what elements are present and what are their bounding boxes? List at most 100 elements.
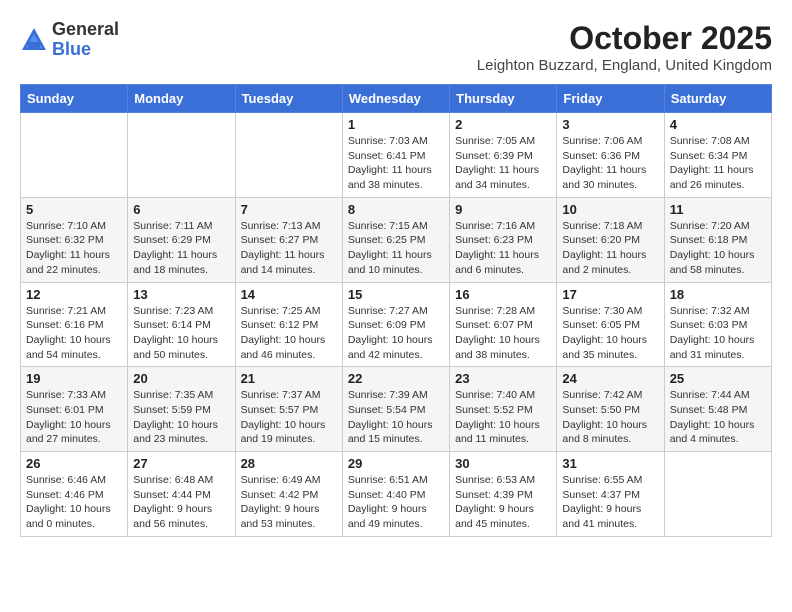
day-info: Sunrise: 7:32 AM Sunset: 6:03 PM Dayligh… bbox=[670, 304, 766, 363]
day-number: 18 bbox=[670, 287, 766, 302]
day-info: Sunrise: 6:51 AM Sunset: 4:40 PM Dayligh… bbox=[348, 473, 444, 532]
day-number: 24 bbox=[562, 371, 658, 386]
day-number: 2 bbox=[455, 117, 551, 132]
col-sunday: Sunday bbox=[21, 85, 128, 113]
day-info: Sunrise: 7:35 AM Sunset: 5:59 PM Dayligh… bbox=[133, 388, 229, 447]
day-number: 12 bbox=[26, 287, 122, 302]
day-info: Sunrise: 7:21 AM Sunset: 6:16 PM Dayligh… bbox=[26, 304, 122, 363]
day-info: Sunrise: 6:55 AM Sunset: 4:37 PM Dayligh… bbox=[562, 473, 658, 532]
day-info: Sunrise: 6:53 AM Sunset: 4:39 PM Dayligh… bbox=[455, 473, 551, 532]
calendar-week-row: 5Sunrise: 7:10 AM Sunset: 6:32 PM Daylig… bbox=[21, 197, 772, 282]
table-row: 14 Sunrise: 7:25 AM Sunset: 6:12 PM Dayli… bbox=[235, 282, 342, 367]
day-info: Sunrise: 7:03 AM Sunset: 6:41 PM Dayligh… bbox=[348, 134, 444, 193]
table-row: 20 Sunrise: 7:35 AM Sunset: 5:59 PM Dayli… bbox=[128, 367, 235, 452]
day-info: Sunrise: 7:33 AM Sunset: 6:01 PM Dayligh… bbox=[26, 388, 122, 447]
day-info: Sunrise: 7:30 AM Sunset: 6:05 PM Dayligh… bbox=[562, 304, 658, 363]
day-info: Sunrise: 7:28 AM Sunset: 6:07 PM Dayligh… bbox=[455, 304, 551, 363]
day-number: 17 bbox=[562, 287, 658, 302]
day-number: 13 bbox=[133, 287, 229, 302]
logo-text: General Blue bbox=[52, 20, 119, 60]
table-row: 18 Sunrise: 7:32 AM Sunset: 6:03 PM Dayli… bbox=[664, 282, 771, 367]
col-friday: Friday bbox=[557, 85, 664, 113]
table-row: 1 Sunrise: 7:03 AM Sunset: 6:41 PM Daylig… bbox=[342, 113, 449, 198]
logo-general-text: General bbox=[52, 20, 119, 40]
day-number: 7 bbox=[241, 202, 337, 217]
day-info: Sunrise: 7:25 AM Sunset: 6:12 PM Dayligh… bbox=[241, 304, 337, 363]
table-row: 31 Sunrise: 6:55 AM Sunset: 4:37 PM Dayli… bbox=[557, 452, 664, 537]
day-number: 26 bbox=[26, 456, 122, 471]
table-row: 10 Sunrise: 7:18 AM Sunset: 6:20 PM Dayli… bbox=[557, 197, 664, 282]
day-number: 28 bbox=[241, 456, 337, 471]
table-row: 29 Sunrise: 6:51 AM Sunset: 4:40 PM Dayli… bbox=[342, 452, 449, 537]
table-row: 15 Sunrise: 7:27 AM Sunset: 6:09 PM Dayli… bbox=[342, 282, 449, 367]
title-block: October 2025 Leighton Buzzard, England, … bbox=[477, 20, 772, 74]
table-row: 24Sunrise: 7:42 AM Sunset: 5:50 PM Dayli… bbox=[557, 367, 664, 452]
day-number: 19 bbox=[26, 371, 122, 386]
col-monday: Monday bbox=[128, 85, 235, 113]
day-info: Sunrise: 7:27 AM Sunset: 6:09 PM Dayligh… bbox=[348, 304, 444, 363]
col-saturday: Saturday bbox=[664, 85, 771, 113]
page: General Blue October 2025 Leighton Buzza… bbox=[0, 0, 792, 547]
day-number: 27 bbox=[133, 456, 229, 471]
day-info: Sunrise: 6:46 AM Sunset: 4:46 PM Dayligh… bbox=[26, 473, 122, 532]
day-number: 15 bbox=[348, 287, 444, 302]
day-info: Sunrise: 6:49 AM Sunset: 4:42 PM Dayligh… bbox=[241, 473, 337, 532]
table-row: 9 Sunrise: 7:16 AM Sunset: 6:23 PM Daylig… bbox=[450, 197, 557, 282]
table-row bbox=[21, 113, 128, 198]
calendar-header-row: Sunday Monday Tuesday Wednesday Thursday… bbox=[21, 85, 772, 113]
logo-blue-text: Blue bbox=[52, 40, 119, 60]
table-row: 13Sunrise: 7:23 AM Sunset: 6:14 PM Dayli… bbox=[128, 282, 235, 367]
table-row: 11 Sunrise: 7:20 AM Sunset: 6:18 PM Dayli… bbox=[664, 197, 771, 282]
day-number: 4 bbox=[670, 117, 766, 132]
table-row: 30Sunrise: 6:53 AM Sunset: 4:39 PM Dayli… bbox=[450, 452, 557, 537]
day-info: Sunrise: 7:37 AM Sunset: 5:57 PM Dayligh… bbox=[241, 388, 337, 447]
day-number: 8 bbox=[348, 202, 444, 217]
table-row: 21 Sunrise: 7:37 AM Sunset: 5:57 PM Dayli… bbox=[235, 367, 342, 452]
day-info: Sunrise: 6:48 AM Sunset: 4:44 PM Dayligh… bbox=[133, 473, 229, 532]
table-row: 23 Sunrise: 7:40 AM Sunset: 5:52 PM Dayli… bbox=[450, 367, 557, 452]
calendar-week-row: 26 Sunrise: 6:46 AM Sunset: 4:46 PM Dayli… bbox=[21, 452, 772, 537]
day-number: 29 bbox=[348, 456, 444, 471]
day-number: 9 bbox=[455, 202, 551, 217]
day-number: 22 bbox=[348, 371, 444, 386]
col-thursday: Thursday bbox=[450, 85, 557, 113]
day-number: 31 bbox=[562, 456, 658, 471]
logo-icon bbox=[20, 26, 48, 54]
day-info: Sunrise: 7:44 AM Sunset: 5:48 PM Dayligh… bbox=[670, 388, 766, 447]
table-row: 4 Sunrise: 7:08 AM Sunset: 6:34 PM Daylig… bbox=[664, 113, 771, 198]
day-info: Sunrise: 7:13 AM Sunset: 6:27 PM Dayligh… bbox=[241, 219, 337, 278]
table-row: 16Sunrise: 7:28 AM Sunset: 6:07 PM Dayli… bbox=[450, 282, 557, 367]
logo: General Blue bbox=[20, 20, 119, 60]
day-info: Sunrise: 7:20 AM Sunset: 6:18 PM Dayligh… bbox=[670, 219, 766, 278]
month-title: October 2025 bbox=[477, 20, 772, 57]
calendar-week-row: 19 Sunrise: 7:33 AM Sunset: 6:01 PM Dayli… bbox=[21, 367, 772, 452]
table-row: 22 Sunrise: 7:39 AM Sunset: 5:54 PM Dayli… bbox=[342, 367, 449, 452]
day-number: 1 bbox=[348, 117, 444, 132]
day-number: 20 bbox=[133, 371, 229, 386]
day-number: 5 bbox=[26, 202, 122, 217]
day-info: Sunrise: 7:40 AM Sunset: 5:52 PM Dayligh… bbox=[455, 388, 551, 447]
table-row: 27 Sunrise: 6:48 AM Sunset: 4:44 PM Dayli… bbox=[128, 452, 235, 537]
header: General Blue October 2025 Leighton Buzza… bbox=[20, 20, 772, 74]
day-number: 21 bbox=[241, 371, 337, 386]
day-number: 23 bbox=[455, 371, 551, 386]
table-row: 8Sunrise: 7:15 AM Sunset: 6:25 PM Daylig… bbox=[342, 197, 449, 282]
day-info: Sunrise: 7:06 AM Sunset: 6:36 PM Dayligh… bbox=[562, 134, 658, 193]
table-row bbox=[128, 113, 235, 198]
day-info: Sunrise: 7:39 AM Sunset: 5:54 PM Dayligh… bbox=[348, 388, 444, 447]
table-row: 28 Sunrise: 6:49 AM Sunset: 4:42 PM Dayli… bbox=[235, 452, 342, 537]
day-number: 14 bbox=[241, 287, 337, 302]
table-row: 3Sunrise: 7:06 AM Sunset: 6:36 PM Daylig… bbox=[557, 113, 664, 198]
table-row: 17 Sunrise: 7:30 AM Sunset: 6:05 PM Dayli… bbox=[557, 282, 664, 367]
table-row: 5Sunrise: 7:10 AM Sunset: 6:32 PM Daylig… bbox=[21, 197, 128, 282]
table-row: 12 Sunrise: 7:21 AM Sunset: 6:16 PM Dayli… bbox=[21, 282, 128, 367]
table-row: 19 Sunrise: 7:33 AM Sunset: 6:01 PM Dayli… bbox=[21, 367, 128, 452]
day-number: 10 bbox=[562, 202, 658, 217]
table-row: 6Sunrise: 7:11 AM Sunset: 6:29 PM Daylig… bbox=[128, 197, 235, 282]
table-row: 2Sunrise: 7:05 AM Sunset: 6:39 PM Daylig… bbox=[450, 113, 557, 198]
day-info: Sunrise: 7:08 AM Sunset: 6:34 PM Dayligh… bbox=[670, 134, 766, 193]
day-number: 11 bbox=[670, 202, 766, 217]
day-info: Sunrise: 7:18 AM Sunset: 6:20 PM Dayligh… bbox=[562, 219, 658, 278]
table-row bbox=[664, 452, 771, 537]
day-info: Sunrise: 7:16 AM Sunset: 6:23 PM Dayligh… bbox=[455, 219, 551, 278]
